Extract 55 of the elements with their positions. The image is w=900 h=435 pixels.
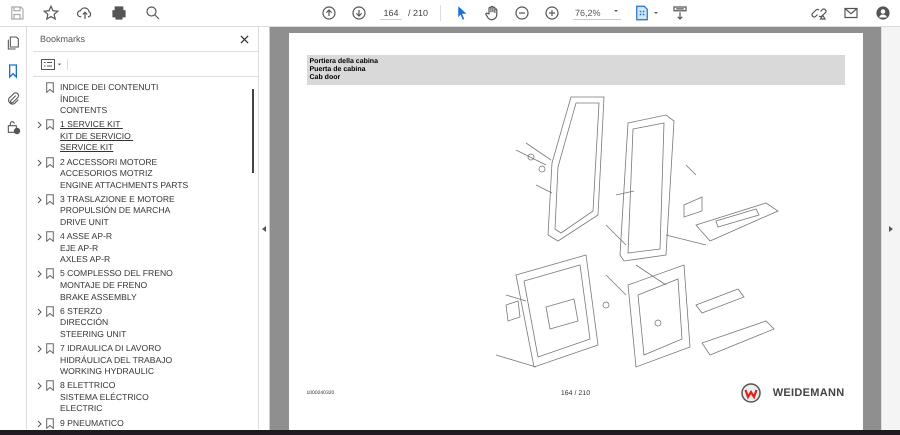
- bookmark-icon: [46, 119, 54, 130]
- bookmark-item[interactable]: 2 ACCESSORI MOTORE ACCESORIOS MOTRIZ ENGINE ATTACHMENTS PARTS: [60, 156, 188, 192]
- bookmark-item[interactable]: 1 SERVICE KIT KIT DE SERVICIO SERVICE KIT: [60, 119, 134, 154]
- chevron-right-icon[interactable]: [36, 233, 42, 242]
- bookmark-icon: [46, 380, 54, 392]
- chevron-right-icon[interactable]: [36, 308, 42, 316]
- lock-info-icon[interactable]: [5, 119, 21, 135]
- down-arrow-circle-icon[interactable]: [350, 4, 368, 22]
- bookmark-item[interactable]: 7 IDRAULICA DI LAVORO HIDRÁULICA DEL TRABAJO WORKING HYDRAULIC: [60, 342, 172, 378]
- close-button[interactable]: [240, 32, 249, 46]
- paperclip-icon[interactable]: [5, 91, 21, 107]
- chevron-right-icon[interactable]: [36, 121, 42, 130]
- zoom-dropdown[interactable]: 76,2%: [573, 6, 622, 20]
- bookmark-icon: [46, 194, 54, 205]
- bookmark-icon: [46, 342, 54, 354]
- bookmark-icon: [46, 306, 54, 317]
- bookmark-item[interactable]: 8 ELETTRICO SISTEMA ELÉCTRICO ELECTRIC: [60, 380, 149, 416]
- zoom-search-icon[interactable]: [144, 4, 162, 22]
- page-number-field[interactable]: 164: [380, 6, 402, 20]
- keyboard-download-icon[interactable]: [671, 4, 690, 22]
- panel-title: Bookmarks: [40, 34, 86, 44]
- caret-icon[interactable]: [653, 10, 660, 16]
- page-total: / 210: [408, 8, 428, 18]
- chevron-right-icon[interactable]: [36, 158, 42, 167]
- up-arrow-circle-icon[interactable]: [320, 4, 338, 22]
- bookmark-item[interactable]: 3 TRASLAZIONE E MOTORE PROPULSIÓN DE MARCHA DRIVE UNIT: [60, 194, 175, 229]
- bookmark-icon: [46, 268, 54, 280]
- chevron-right-icon[interactable]: [36, 420, 42, 428]
- bookmark-icon: [46, 231, 54, 242]
- account-icon[interactable]: [874, 4, 892, 22]
- bookmark-icon: [46, 82, 54, 93]
- chevron-right-icon[interactable]: [36, 270, 42, 278]
- star-icon[interactable]: [42, 4, 60, 22]
- bookmark-item[interactable]: 5 COMPLESSO DEL FRENO MONTAJE DE FRENO BRAKE ASSEMBLY: [60, 268, 173, 304]
- options-button[interactable]: [41, 58, 68, 70]
- bookmark-item[interactable]: INDICE DEI CONTENUTI ÍNDICE CONTENTS: [60, 82, 158, 117]
- print-icon[interactable]: [110, 4, 128, 22]
- bookmark-item[interactable]: 4 ASSE AP-R EJE AP-R AXLES AP-R: [60, 231, 112, 266]
- brand-logo-icon: [740, 383, 761, 403]
- zoom-out-icon[interactable]: [513, 4, 532, 22]
- bookmark-item[interactable]: 6 STERZO DIRECCIÓN STEERING UNIT: [60, 306, 126, 340]
- bookmark-icon: [46, 156, 54, 168]
- caret-icon: [57, 62, 62, 66]
- brand-name: WEIDEMANN: [772, 387, 844, 399]
- bookmark-item[interactable]: 9 PNEUMATICO: [60, 418, 124, 430]
- chevron-right-icon[interactable]: [36, 344, 42, 353]
- chevron-right-icon[interactable]: [36, 382, 42, 390]
- bookmark-icon: [46, 418, 54, 429]
- expand-arrow-icon[interactable]: [889, 226, 893, 232]
- scrollbar-thumb[interactable]: [252, 89, 254, 173]
- zoom-in-icon[interactable]: [543, 4, 562, 22]
- chevron-right-icon[interactable]: [36, 196, 42, 204]
- caret-icon[interactable]: [613, 8, 620, 14]
- pages-icon[interactable]: [5, 35, 21, 51]
- collapse-arrow-icon[interactable]: [262, 226, 266, 232]
